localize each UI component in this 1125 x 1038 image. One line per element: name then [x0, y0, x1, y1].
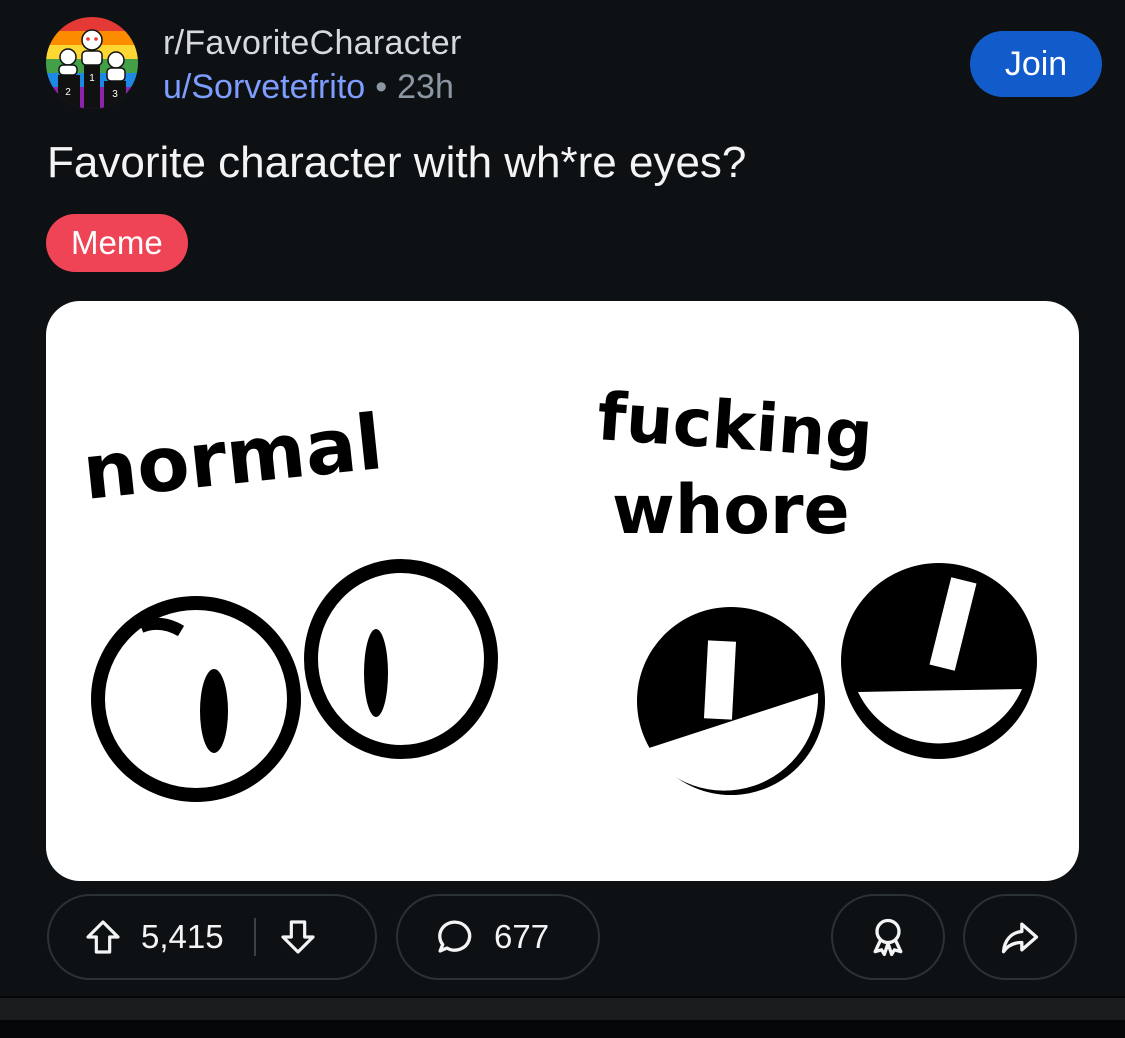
award-ribbon-icon	[873, 918, 903, 957]
comment-count: 677	[494, 918, 550, 955]
award-button[interactable]	[831, 894, 945, 980]
label-fucking: fucking	[595, 378, 875, 474]
divider-bar	[0, 998, 1125, 1020]
post-title[interactable]: Favorite character with wh*re eyes?	[47, 138, 746, 188]
post-flair[interactable]: Meme	[46, 214, 188, 272]
arrow-up-outline-icon	[86, 920, 120, 954]
vote-divider	[253, 918, 256, 956]
upvote-button[interactable]	[83, 917, 123, 957]
share-arrow-icon	[1001, 922, 1039, 954]
author-username[interactable]: u/Sorvetefrito	[163, 68, 365, 106]
vote-pill: 5,415	[47, 894, 377, 980]
podium-badge-1: 1	[89, 73, 95, 84]
post-card: 2 1 3 r/FavoriteCharacter u/Sorvetefrito…	[0, 0, 1125, 1000]
upvote-count: 5,415	[141, 918, 224, 955]
downvote-button[interactable]	[278, 917, 318, 957]
whore-eyes	[637, 563, 1037, 795]
label-normal: normal	[79, 397, 387, 517]
subreddit-name[interactable]: r/FavoriteCharacter	[163, 24, 462, 63]
share-button[interactable]	[963, 894, 1077, 980]
arrow-down-outline-icon	[281, 920, 315, 954]
next-post-divider	[0, 996, 1125, 1038]
podium-snoo-avatar-icon: 2 1 3	[46, 17, 138, 109]
normal-eye-left	[91, 596, 301, 802]
post-meta: u/Sorvetefrito • 23h	[163, 68, 454, 107]
normal-eye-right	[304, 559, 498, 759]
post-image[interactable]: normal fucking whore	[46, 301, 1079, 881]
speech-bubble-icon	[438, 920, 472, 953]
podium-badge-2: 2	[65, 87, 71, 98]
meme-drawing: normal fucking whore	[79, 378, 1037, 802]
subreddit-avatar[interactable]: 2 1 3	[46, 17, 138, 109]
podium-badge-3: 3	[112, 89, 118, 100]
comment-icon-wrap	[434, 916, 476, 958]
label-whore: whore	[612, 471, 850, 550]
post-age: 23h	[397, 68, 454, 106]
normal-eyes	[91, 559, 498, 802]
comment-button[interactable]: 677	[396, 894, 600, 980]
meta-separator: •	[375, 68, 388, 106]
join-button[interactable]: Join	[970, 31, 1102, 97]
